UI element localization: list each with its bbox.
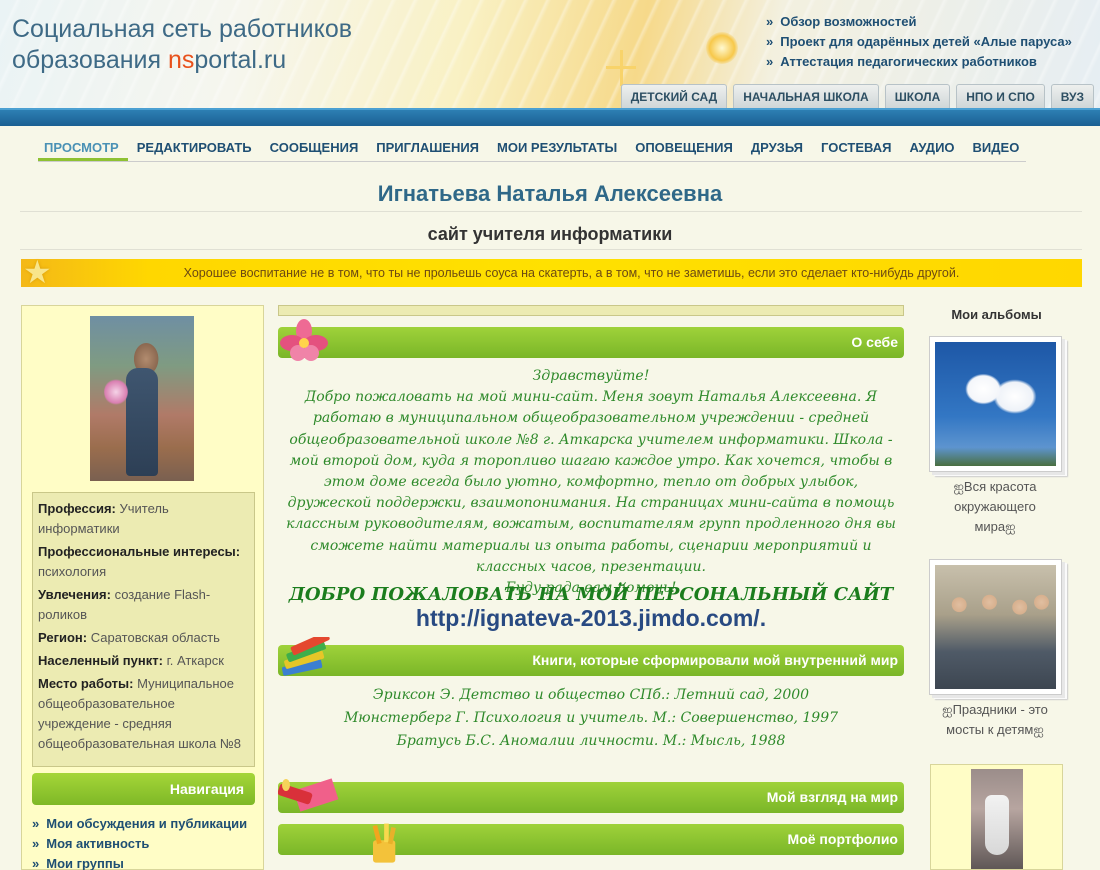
tab-kindergarten[interactable]: ДЕТСКИЙ САД (620, 84, 728, 108)
top-links: » Обзор возможностей » Проект для одарённы… (766, 12, 1072, 72)
content-top-bar (278, 305, 904, 316)
about-text: Здравствуйте! Добро пожаловать на мой ми… (282, 366, 900, 599)
page-title: Игнатьева Наталья Алексеевна (377, 181, 723, 206)
album-thumbnail[interactable] (929, 336, 1062, 472)
nav-link-groups[interactable]: » Мои группы (32, 854, 247, 870)
site-header: Социальная сеть работников образования n… (0, 0, 1100, 108)
education-level-tabs: ДЕТСКИЙ САД НАЧАЛЬНАЯ ШКОЛА ШКОЛА НПО И … (620, 84, 1094, 108)
divider (20, 211, 1082, 212)
tab-video[interactable]: ВИДЕО (964, 138, 1029, 161)
welcome-heading: ДОБРО ПОЖАЛОВАТЬ НА МОЙ ПЕРСОНАЛЬНЫЙ САЙ… (288, 584, 894, 605)
sparkle-decoration (606, 66, 636, 69)
navigation-header: Навигация (32, 773, 255, 805)
tab-view[interactable]: ПРОСМОТР (38, 138, 128, 161)
tab-my-results[interactable]: МОИ РЕЗУЛЬТАТЫ (488, 138, 626, 161)
nav-link-discussions[interactable]: » Мои обсуждения и публикации (32, 814, 247, 834)
tab-school[interactable]: ШКОЛА (884, 84, 951, 108)
album-caption[interactable]: ஐВся красота окружающего мираஐ (922, 477, 1068, 537)
user-photo[interactable] (971, 769, 1023, 869)
tab-invitations[interactable]: ПРИГЛАШЕНИЯ (367, 138, 488, 161)
tab-messages[interactable]: СООБЩЕНИЯ (261, 138, 368, 161)
avatar[interactable] (90, 316, 194, 481)
greeting-text: Здравствуйте! (532, 368, 650, 384)
tab-guestbook[interactable]: ГОСТЕВАЯ (812, 138, 900, 161)
section-header-books: Книги, которые сформировали мой внутренн… (278, 637, 904, 676)
page-subtitle: сайт учителя информатики (427, 224, 673, 244)
tab-edit[interactable]: РЕДАКТИРОВАТЬ (128, 138, 261, 161)
navigation-list: » Мои обсуждения и публикации » Моя активн… (32, 814, 247, 870)
personal-site-link[interactable]: http://ignateva-2013.jimdo.com/. (278, 605, 904, 632)
telescope-icon (278, 778, 339, 812)
tab-vocational[interactable]: НПО И СПО (956, 84, 1045, 108)
site-logo-title[interactable]: Социальная сеть работников образования n… (12, 14, 352, 76)
profile-city: Населенный пункт: г. Аткарск (38, 653, 224, 668)
profile-info: Профессия: Учитель информатики Профессион… (32, 492, 255, 767)
quote-banner: ★ Хорошее воспитание не в том, что ты не… (21, 253, 1082, 291)
profile-workplace: Место работы: Муниципальное общеобразоват… (38, 676, 242, 751)
header-divider-bar (0, 108, 1100, 126)
profile-region: Регион: Саратовская область (38, 630, 220, 645)
quote-text: Хорошее воспитание не в том, что ты не п… (183, 266, 960, 280)
tab-university[interactable]: ВУЗ (1050, 84, 1094, 108)
sun-decoration (706, 32, 738, 64)
tab-notifications[interactable]: ОПОВЕЩЕНИЯ (626, 138, 742, 161)
books-icon (281, 637, 330, 676)
profile-profession: Профессия: Учитель информатики (38, 501, 169, 536)
tab-friends[interactable]: ДРУЗЬЯ (742, 138, 812, 161)
album-caption[interactable]: ஐПраздники - это мосты к детямஐ (922, 700, 1068, 740)
books-list: Эриксон Э. Детство и общество СПб.: Летн… (282, 684, 900, 753)
top-link-attestation[interactable]: » Аттестация педагогических работников (766, 52, 1072, 72)
section-header-portfolio: Моё портфолио (278, 823, 904, 863)
profile-nav: ПРОСМОТР РЕДАКТИРОВАТЬ СООБЩЕНИЯ ПРИГЛАШ… (38, 138, 1026, 162)
flower-icon (280, 319, 328, 361)
left-sidebar: Профессия: Учитель информатики Профессион… (21, 305, 264, 870)
album-thumbnail[interactable] (929, 559, 1062, 695)
nav-link-activity[interactable]: » Моя активность (32, 834, 247, 854)
divider (20, 249, 1082, 250)
list-item: Мюнстерберг Г. Психология и учитель. М.:… (343, 710, 839, 726)
tab-primary-school[interactable]: НАЧАЛЬНАЯ ШКОЛА (733, 84, 879, 108)
star-icon: ★ (23, 253, 52, 291)
section-header-worldview: Мой взгляд на мир (278, 778, 904, 813)
pencil-cup-icon (372, 823, 396, 863)
albums-title: Мои альбомы (951, 307, 1042, 322)
friend-card (930, 764, 1063, 870)
section-header-about: О себе (278, 319, 904, 361)
top-link-overview[interactable]: » Обзор возможностей (766, 12, 1072, 32)
profile-interests: Профессиональные интересы:психология (38, 544, 241, 579)
list-item: Братусь Б.С. Аномалии личности. М.: Мысл… (396, 733, 786, 749)
list-item: Эриксон Э. Детство и общество СПб.: Летн… (372, 687, 810, 703)
profile-hobbies: Увлечения: создание Flash-роликов (38, 587, 211, 622)
top-link-scarlet-sails[interactable]: » Проект для одарённых детей «Алые паруса… (766, 32, 1072, 52)
about-body: Добро пожаловать на мой мини-сайт. Меня … (286, 389, 896, 575)
tab-audio[interactable]: АУДИО (900, 138, 963, 161)
